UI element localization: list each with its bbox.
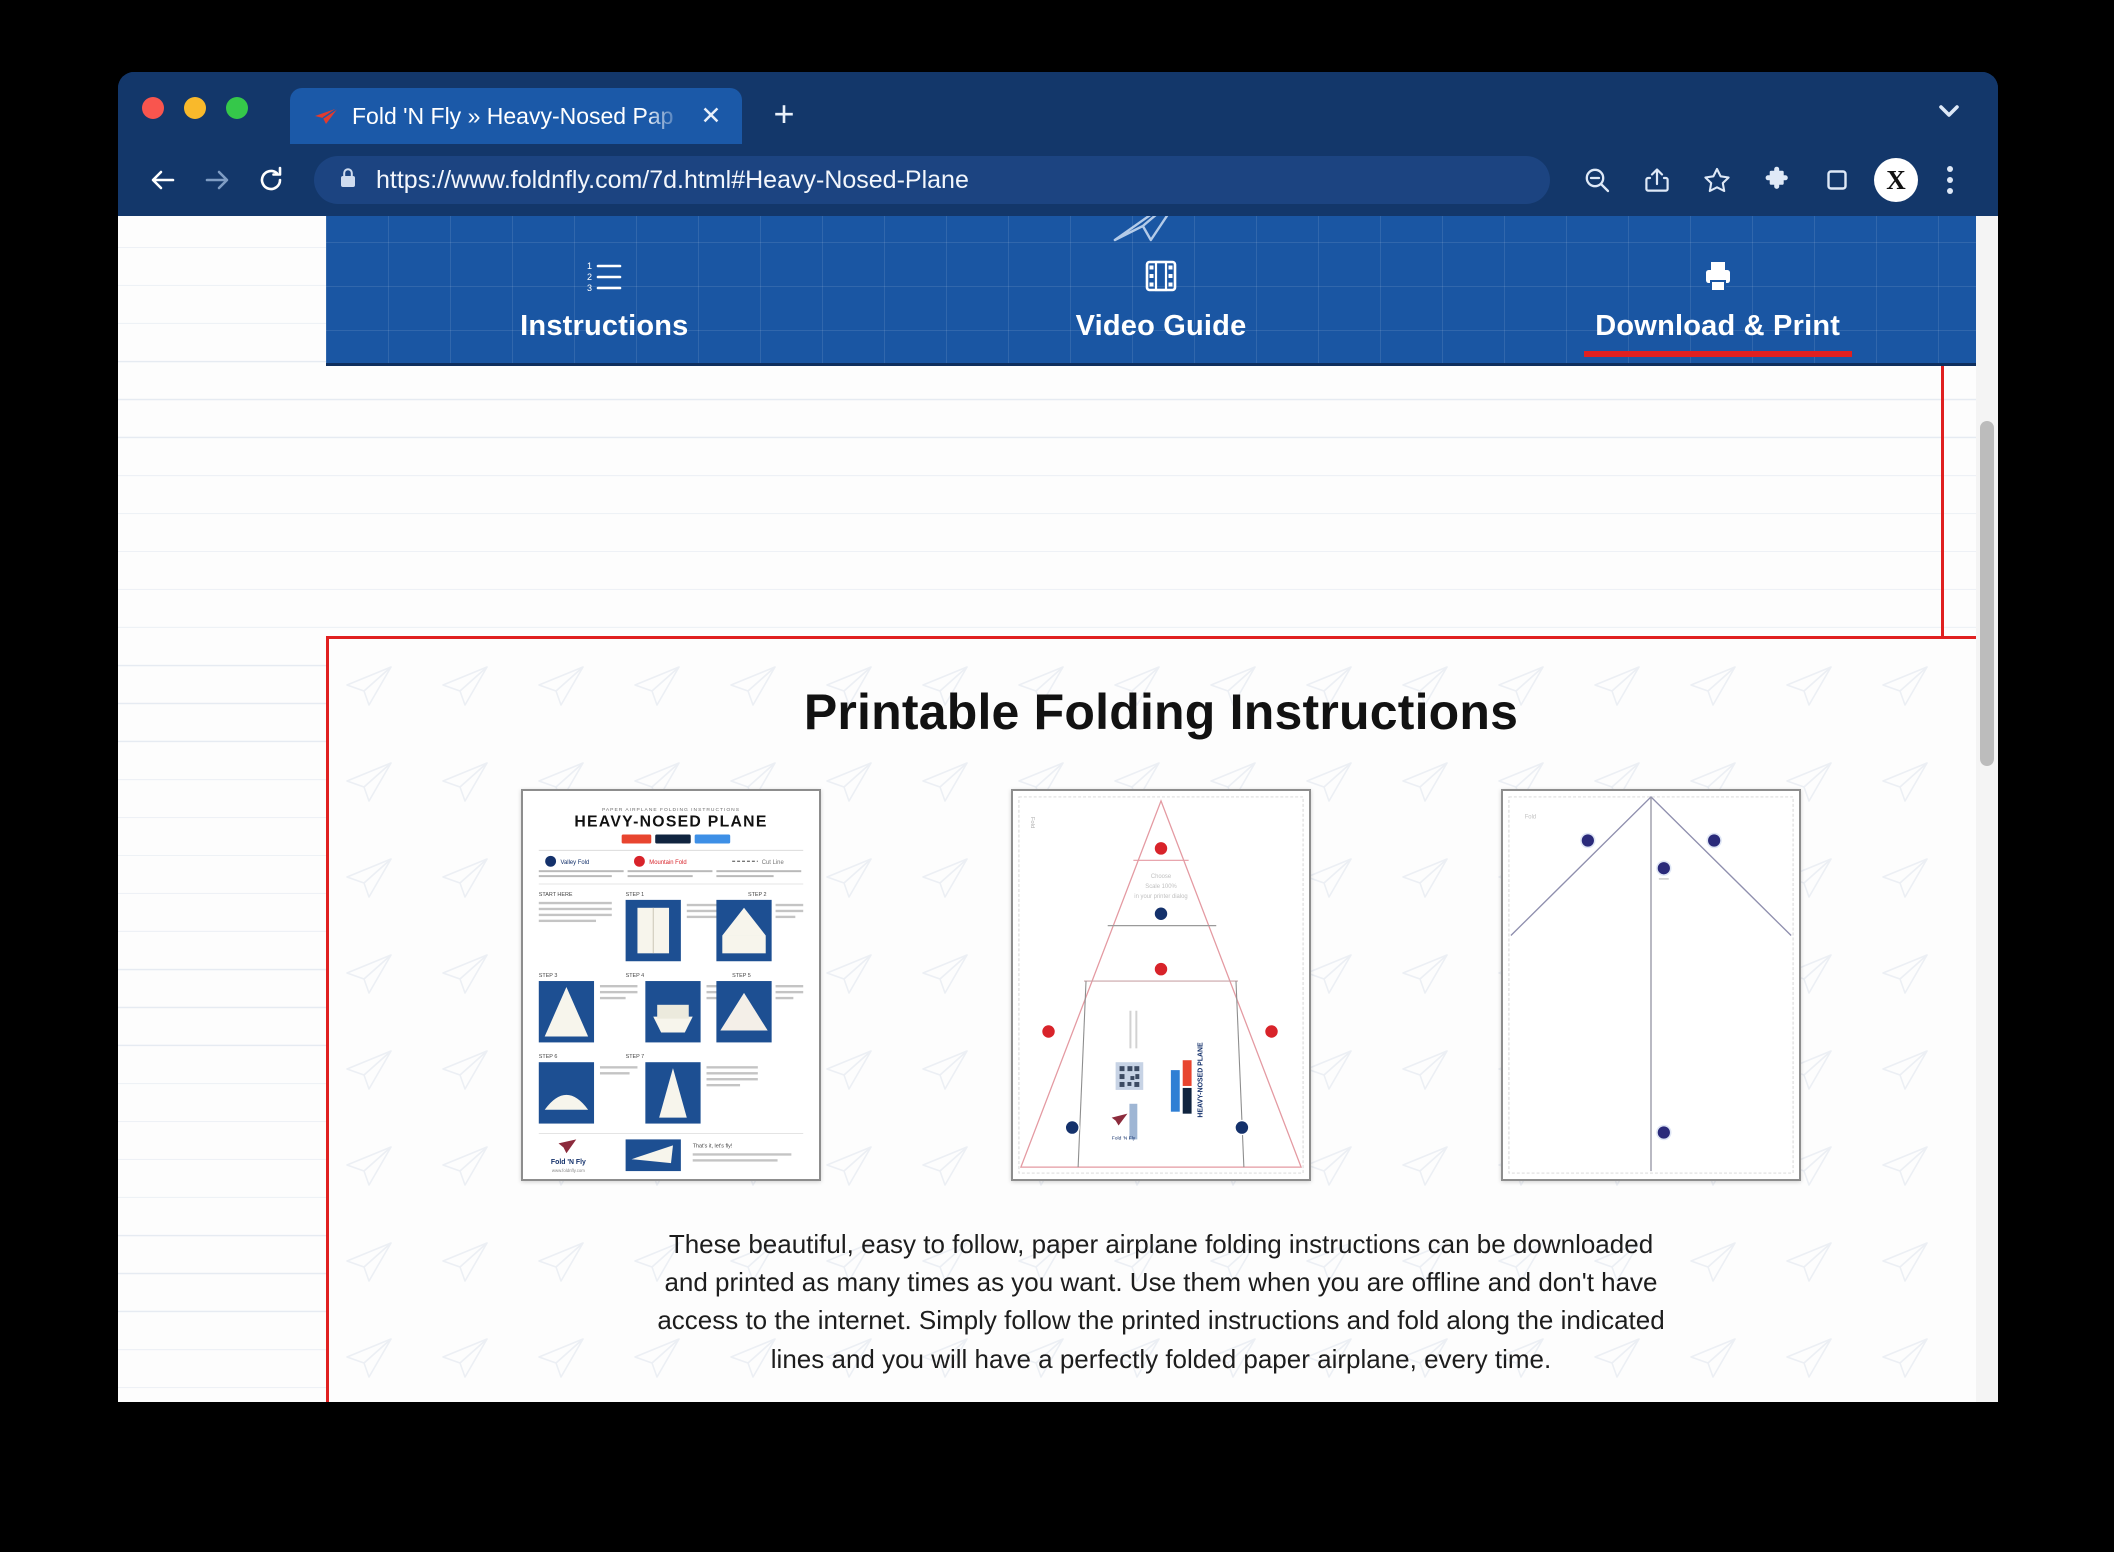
svg-text:START HERE: START HERE	[539, 892, 573, 898]
browser-tab[interactable]: Fold 'N Fly » Heavy-Nosed Pap ✕	[290, 88, 742, 144]
instruction-sheet-thumbnail[interactable]: PAPER AIRPLANE FOLDING INSTRUCTIONS HEAV…	[521, 789, 821, 1181]
svg-text:3: 3	[587, 283, 592, 293]
printer-icon	[1701, 254, 1735, 298]
svg-text:STEP 4: STEP 4	[626, 973, 645, 979]
side-panel-icon[interactable]	[1810, 153, 1864, 207]
lock-icon	[338, 166, 358, 195]
svg-text:Fold: Fold	[1029, 817, 1035, 829]
chevron-down-icon[interactable]	[1934, 98, 1964, 124]
svg-text:2: 2	[587, 272, 592, 282]
minimize-window-button[interactable]	[184, 97, 206, 119]
new-tab-button[interactable]: +	[756, 88, 812, 144]
svg-text:Fold 'N Fly: Fold 'N Fly	[1112, 1135, 1136, 1141]
svg-text:Choose: Choose	[1151, 874, 1172, 880]
svg-text:STEP 1: STEP 1	[626, 892, 645, 898]
svg-text:Valley Fold: Valley Fold	[560, 860, 589, 866]
svg-text:Fold: Fold	[1525, 815, 1536, 821]
svg-text:STEP 2: STEP 2	[748, 892, 767, 898]
svg-text:STEP 6: STEP 6	[539, 1054, 558, 1060]
arrow-right-icon[interactable]	[190, 153, 244, 207]
reload-icon[interactable]	[244, 153, 298, 207]
film-strip-icon	[1144, 254, 1178, 298]
extensions-puzzle-icon[interactable]	[1750, 153, 1804, 207]
avatar[interactable]: X	[1874, 158, 1918, 202]
thumbnail-row: PAPER AIRPLANE FOLDING INSTRUCTIONS HEAV…	[389, 789, 1933, 1181]
sidebar-item-label: Instructions	[520, 310, 689, 342]
sidebar-item-download-print[interactable]: Download & Print	[1439, 216, 1976, 363]
zoom-out-icon[interactable]	[1570, 153, 1624, 207]
numbered-list-icon: 1 2 3	[586, 254, 622, 298]
svg-text:PAPER AIRPLANE FOLDING INSTRUC: PAPER AIRPLANE FOLDING INSTRUCTIONS	[602, 807, 740, 813]
fold-template-page-2-thumbnail[interactable]: Fold	[1501, 789, 1801, 1181]
vertical-scrollbar[interactable]	[1976, 216, 1998, 1402]
browser-window: Fold 'N Fly » Heavy-Nosed Pap ✕ + https:…	[118, 72, 1998, 1402]
fold-template-page-1-thumbnail[interactable]: Fold Choose Scale 100% in your printer d…	[1011, 789, 1311, 1181]
svg-text:Fold 'N Fly: Fold 'N Fly	[551, 1159, 586, 1166]
close-window-button[interactable]	[142, 97, 164, 119]
window-titlebar: Fold 'N Fly » Heavy-Nosed Pap ✕ +	[118, 72, 1998, 144]
foldnfly-plane-icon	[314, 105, 340, 127]
page-viewport: 1 2 3 Instructions Video Guide Download …	[118, 216, 1998, 1402]
scrollbar-thumb[interactable]	[1980, 421, 1994, 766]
address-bar-url: https://www.foldnfly.com/7d.html#Heavy-N…	[376, 165, 969, 194]
svg-text:Mountain Fold: Mountain Fold	[649, 860, 686, 866]
svg-text:STEP 3: STEP 3	[539, 973, 558, 979]
kebab-menu-icon[interactable]	[1928, 153, 1972, 207]
section-nav-panel: 1 2 3 Instructions Video Guide Download …	[326, 216, 1976, 366]
svg-text:HEAVY-NOSED PLANE: HEAVY-NOSED PLANE	[1197, 1042, 1204, 1118]
svg-text:HEAVY-NOSED PLANE: HEAVY-NOSED PLANE	[574, 814, 767, 831]
arrow-left-icon[interactable]	[136, 153, 190, 207]
svg-text:www.foldnfly.com: www.foldnfly.com	[552, 1168, 585, 1173]
bookmark-star-icon[interactable]	[1690, 153, 1744, 207]
svg-text:Cut Line: Cut Line	[762, 860, 785, 866]
zoom-window-button[interactable]	[226, 97, 248, 119]
svg-text:in your printer dialog: in your printer dialog	[1134, 894, 1187, 900]
address-bar[interactable]: https://www.foldnfly.com/7d.html#Heavy-N…	[314, 156, 1550, 204]
browser-toolbar: https://www.foldnfly.com/7d.html#Heavy-N…	[118, 144, 1998, 216]
page-title: Printable Folding Instructions	[803, 684, 1519, 740]
section-description: These beautiful, easy to follow, paper a…	[657, 1229, 1665, 1374]
toolbar-icon-group: X	[1570, 153, 1972, 207]
svg-text:STEP 7: STEP 7	[626, 1054, 645, 1060]
sidebar-item-video-guide[interactable]: Video Guide	[883, 216, 1440, 363]
page-content: 1 2 3 Instructions Video Guide Download …	[118, 216, 1976, 1402]
sidebar-item-label: Download & Print	[1595, 310, 1841, 342]
share-icon[interactable]	[1630, 153, 1684, 207]
svg-text:That's it, let's fly!: That's it, let's fly!	[693, 1143, 733, 1149]
svg-text:STEP 5: STEP 5	[732, 973, 751, 979]
sidebar-item-instructions[interactable]: 1 2 3 Instructions	[326, 216, 883, 363]
close-icon[interactable]: ✕	[696, 101, 726, 131]
svg-text:1: 1	[587, 261, 592, 271]
window-traffic-lights	[142, 97, 248, 119]
svg-text:Scale 100%: Scale 100%	[1145, 884, 1177, 890]
browser-tab-title: Fold 'N Fly » Heavy-Nosed Pap	[352, 102, 674, 129]
printable-instructions-card: Printable Folding Instructions PAPER AIR…	[326, 636, 1976, 1402]
browser-tabstrip: Fold 'N Fly » Heavy-Nosed Pap ✕ +	[290, 88, 812, 144]
sidebar-item-label: Video Guide	[1075, 310, 1247, 342]
